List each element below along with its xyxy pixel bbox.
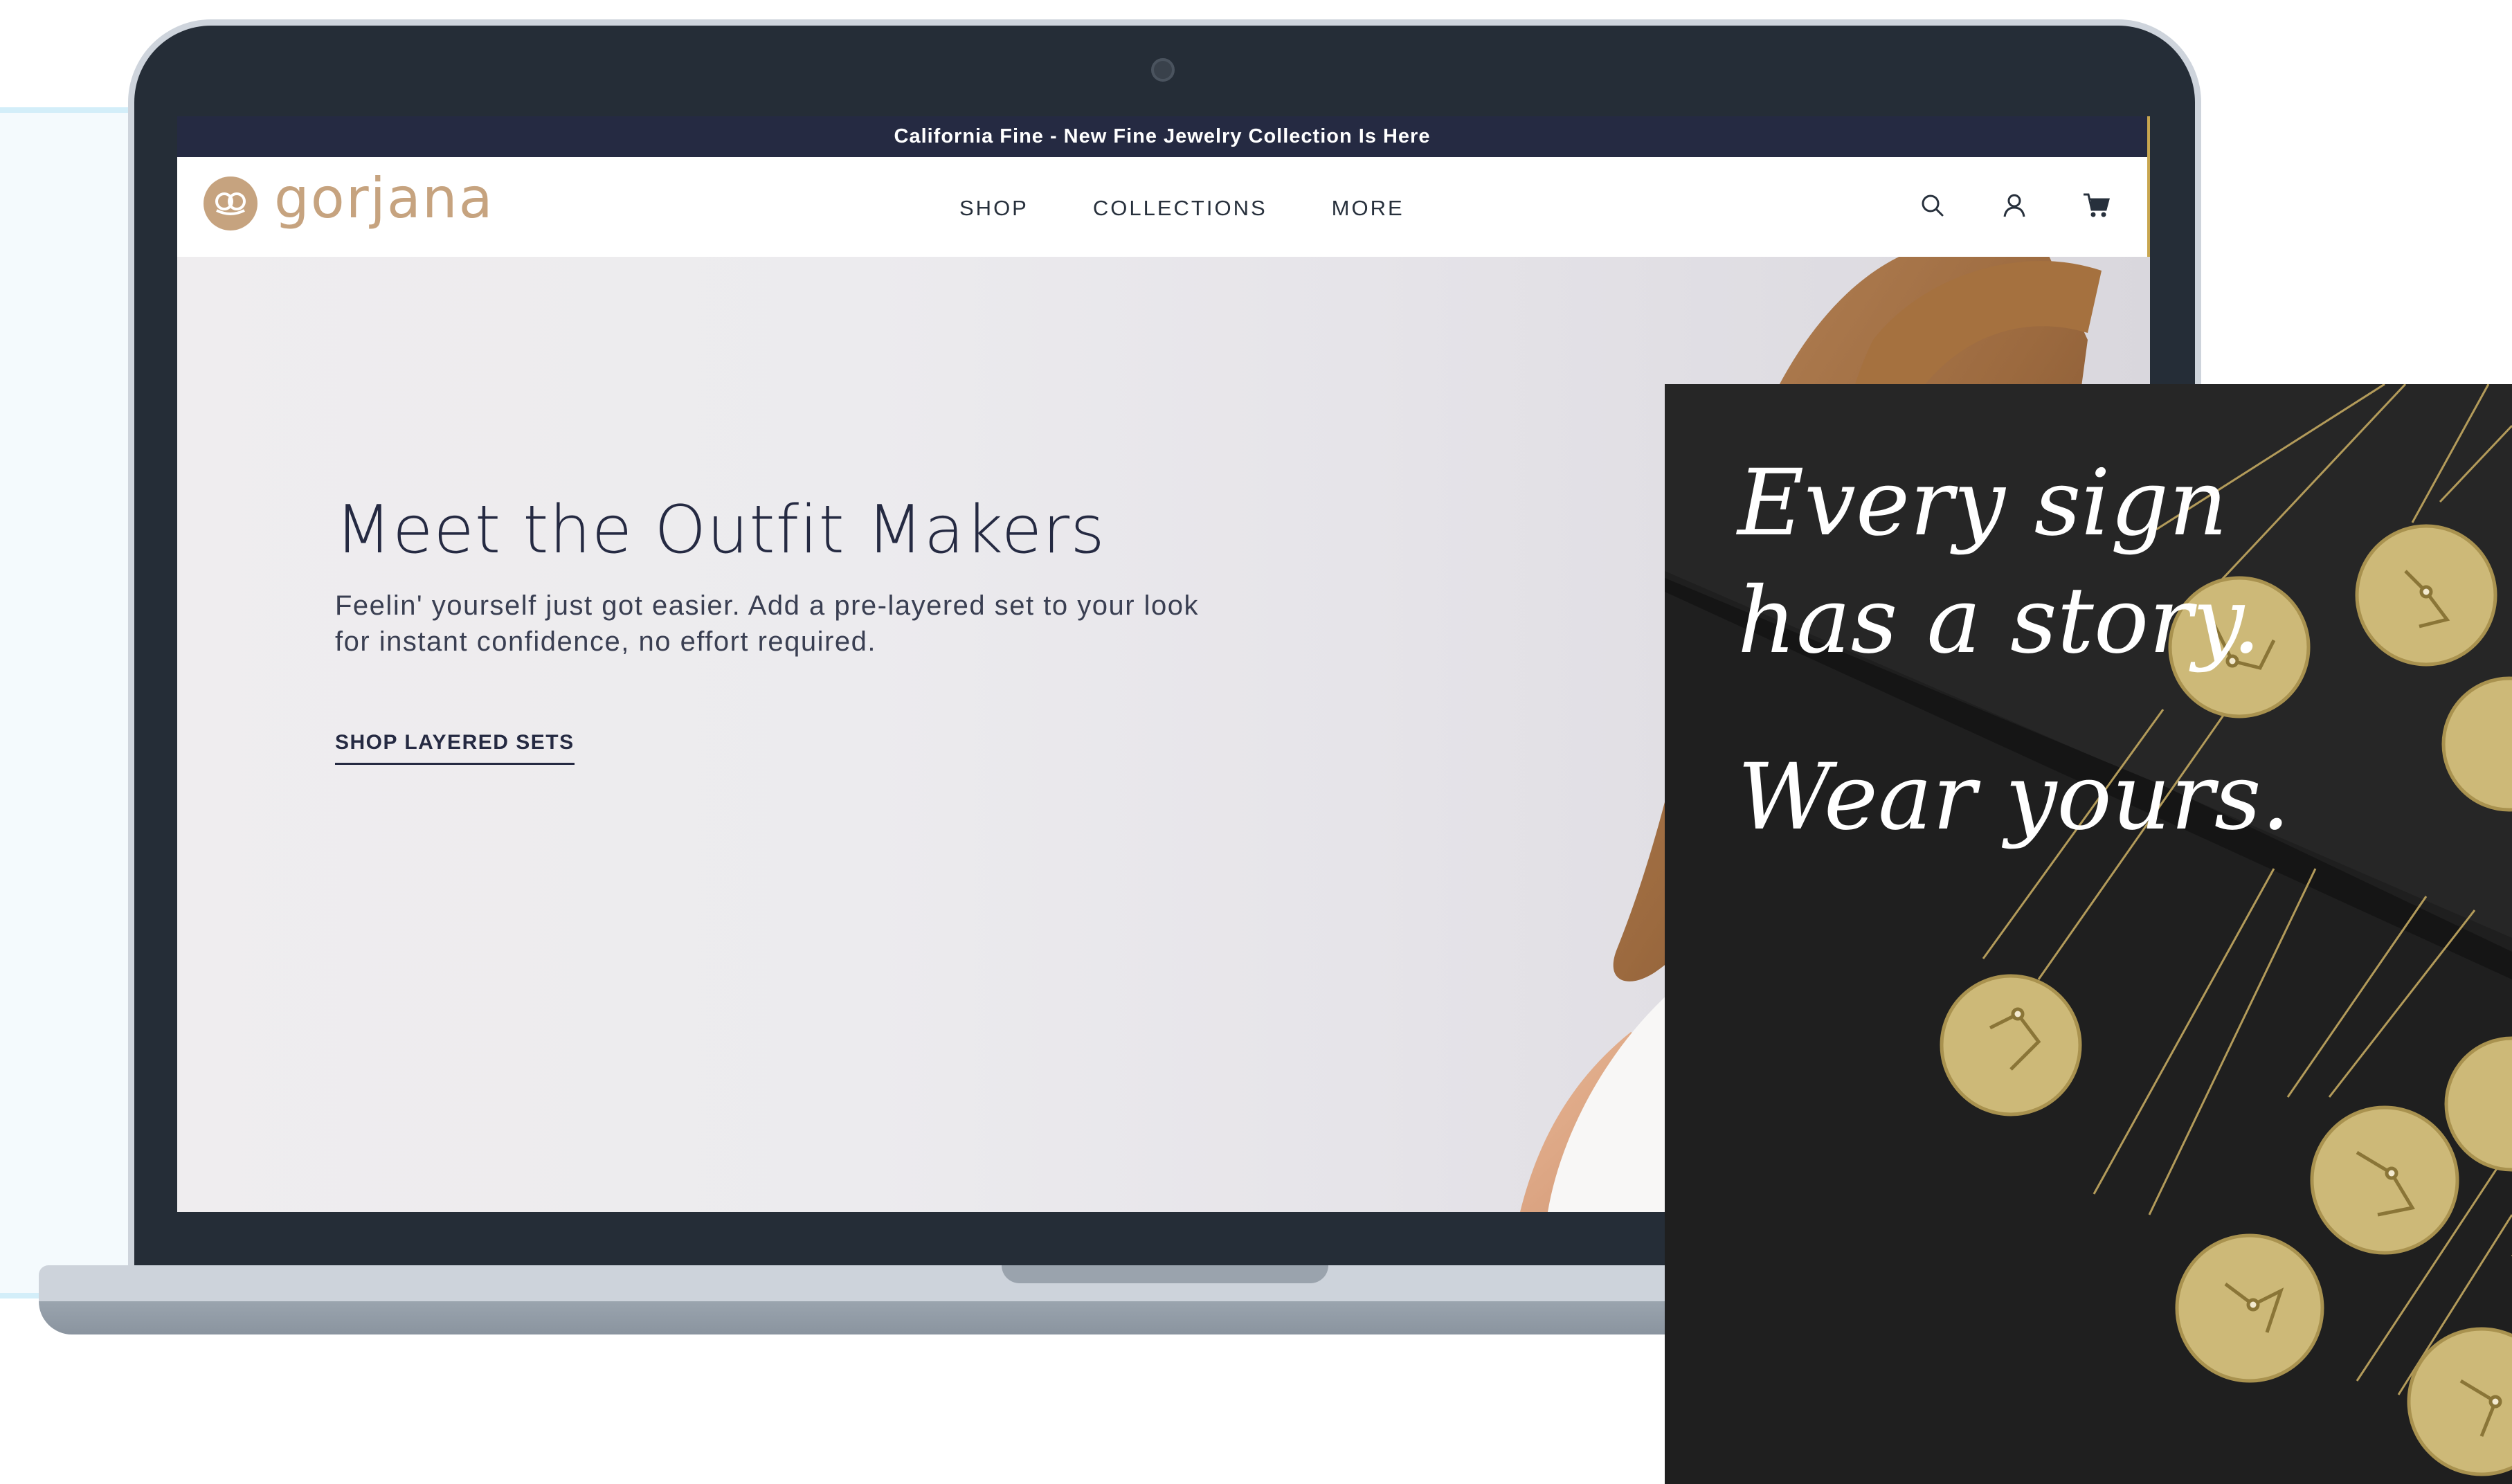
announcement-text[interactable]: California Fine - New Fine Jewelry Colle… bbox=[894, 125, 1431, 148]
shop-layered-sets-link[interactable]: SHOP LAYERED SETS bbox=[335, 731, 575, 765]
search-icon[interactable] bbox=[1919, 192, 1946, 223]
header-icons bbox=[1919, 192, 2111, 223]
hero-subtitle: Feelin' yourself just got easier. Add a … bbox=[335, 588, 1228, 660]
nav-shop[interactable]: SHOP bbox=[959, 196, 1029, 221]
site-header: gorjana SHOP COLLECTIONS MORE bbox=[177, 157, 2150, 257]
hero-title: Meet the Outfit Makers bbox=[335, 492, 1105, 568]
logo-mark-icon bbox=[204, 177, 257, 230]
nav-collections[interactable]: COLLECTIONS bbox=[1093, 196, 1267, 221]
promo-line-1: Every sign bbox=[1737, 450, 2228, 556]
announcement-bar[interactable]: California Fine - New Fine Jewelry Colle… bbox=[177, 116, 2150, 157]
zodiac-promo-card[interactable]: Every sign has a story. Wear yours. bbox=[1665, 384, 2512, 1484]
hero-subtitle-line-1: Feelin' yourself just got easier. Add a … bbox=[335, 590, 1200, 621]
brand-name: gorjana bbox=[274, 166, 494, 230]
main-nav: SHOP COLLECTIONS MORE bbox=[959, 196, 1404, 221]
account-icon[interactable] bbox=[2000, 192, 2028, 223]
background-panel bbox=[0, 107, 138, 1298]
promo-line-2: has a story. bbox=[1737, 568, 2261, 674]
hero-subtitle-line-2: for instant confidence, no effort requir… bbox=[335, 626, 876, 657]
laptop-notch bbox=[1002, 1265, 1328, 1283]
brand-logo[interactable]: gorjana bbox=[204, 171, 494, 230]
cart-icon[interactable] bbox=[2082, 192, 2111, 223]
nav-more[interactable]: MORE bbox=[1332, 196, 1404, 221]
promo-line-3: Wear yours. bbox=[1737, 744, 2290, 851]
camera-dot bbox=[1151, 58, 1175, 82]
